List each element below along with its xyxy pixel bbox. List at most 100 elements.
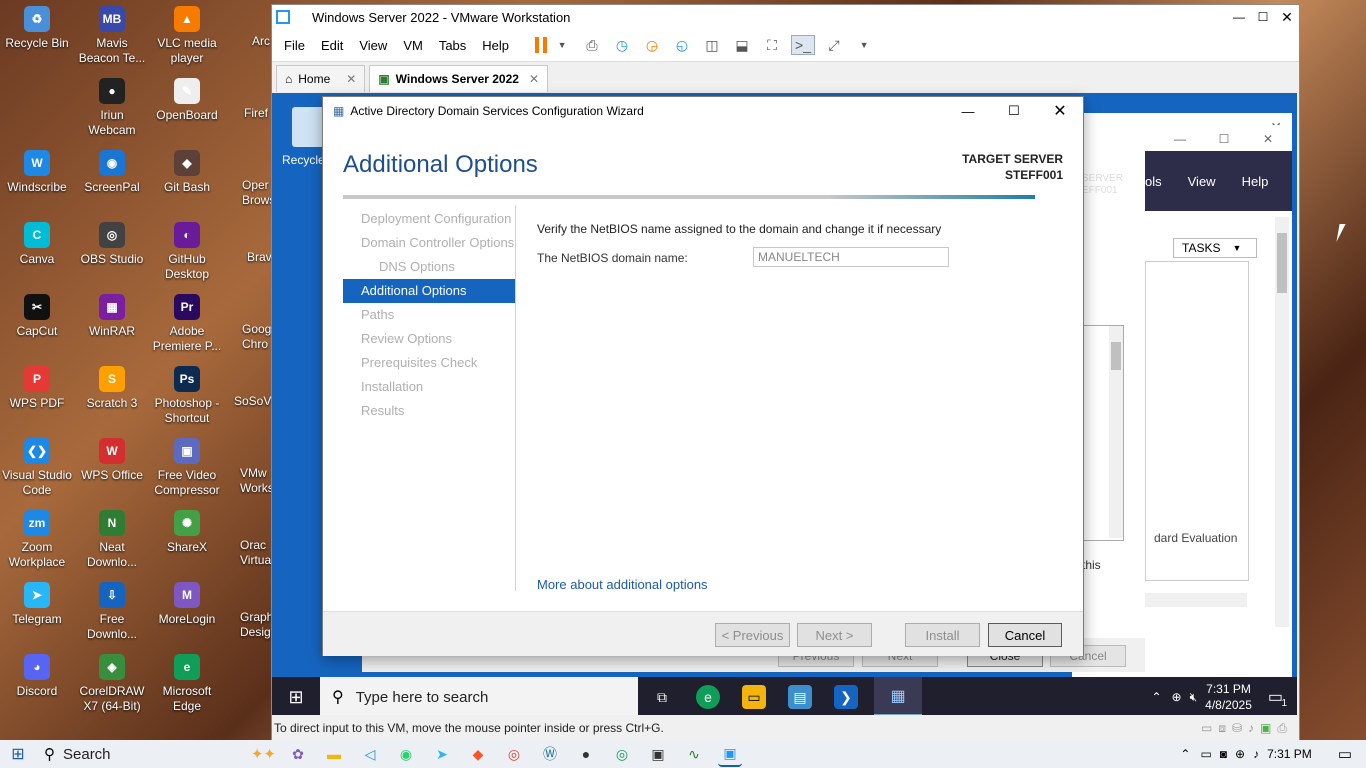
menu-help[interactable]: Help [1242, 174, 1269, 189]
brave-icon[interactable]: ◆ [466, 742, 490, 766]
close-button[interactable]: ✕ [1275, 9, 1299, 26]
chrome-icon[interactable]: ◎ [502, 742, 526, 766]
desktop-icon[interactable]: P WPS PDF [1, 366, 73, 411]
webcam-icon[interactable]: ◙ [1220, 747, 1227, 761]
telegram-icon[interactable]: ➤ [430, 742, 454, 766]
close-icon[interactable]: ✕ [529, 72, 539, 86]
server-manager-icon[interactable]: ▤ [788, 685, 812, 709]
terminal-icon[interactable]: ▣ [646, 742, 670, 766]
windows-start-icon[interactable]: ⊞ [0, 744, 36, 764]
install-button[interactable]: Install [905, 623, 980, 647]
next-button[interactable]: Next > [797, 623, 872, 647]
library-icon[interactable]: ◫ [701, 36, 723, 54]
desktop-icon[interactable]: ✂ CapCut [1, 294, 73, 339]
nav-item[interactable]: Domain Controller Options [361, 235, 514, 250]
tab-home[interactable]: ⌂ Home ✕ [276, 65, 366, 92]
cancel-button[interactable]: Cancel [988, 623, 1062, 647]
desktop-icon[interactable]: ● Iriun Webcam [76, 78, 148, 138]
desktop-icon[interactable]: ▲ VLC media player [151, 6, 223, 66]
wizard-taskbar-icon[interactable]: ▦ [874, 677, 922, 715]
nav-item[interactable]: Review Options [361, 331, 452, 346]
console-view-icon[interactable]: >_ [791, 35, 816, 55]
desktop-icon[interactable]: ⇩ Free Downlo... [76, 582, 148, 642]
desktop-icon[interactable]: e Microsoft Edge [151, 654, 223, 714]
revert-snapshot-icon[interactable]: ◶ [641, 36, 663, 54]
desktop-icon[interactable]: W Windscribe [1, 150, 73, 195]
file-explorer-icon[interactable]: ▭ [742, 685, 766, 709]
desktop-icon[interactable]: ▣ Free Video Compressor [151, 438, 223, 498]
desktop-icon[interactable]: ♻ Recycle Bin [1, 6, 73, 51]
tab-windows-server[interactable]: ▣ Windows Server 2022 ✕ [369, 65, 549, 92]
desktop-icon[interactable]: ◕ Discord [1, 654, 73, 699]
desktop-icon[interactable]: ▦ WinRAR [76, 294, 148, 339]
nav-item[interactable]: Installation [361, 379, 423, 394]
desktop-icon[interactable]: ◆ Git Bash [151, 150, 223, 195]
menu-view[interactable]: View [1188, 174, 1216, 189]
file-explorer-icon[interactable]: ▬ [322, 742, 346, 766]
close-icon[interactable]: ✕ [346, 72, 356, 86]
nav-item[interactable]: Prerequisites Check [361, 355, 477, 370]
display-icon[interactable]: ▣ [1260, 721, 1271, 735]
volume-muted-icon[interactable]: 🔇︎ [1190, 690, 1198, 705]
menu-tools[interactable]: ols [1145, 174, 1162, 189]
edge-icon[interactable]: e [696, 685, 720, 709]
guest-clock[interactable]: 7:31 PM 4/8/2025 [1205, 681, 1252, 713]
previous-button[interactable]: < Previous [715, 623, 790, 647]
windows-start-icon[interactable]: ⊞ [272, 687, 320, 708]
wordpress-icon[interactable]: Ⓦ [538, 742, 562, 766]
thumbnail-icon[interactable]: ⬓ [731, 36, 753, 54]
obs-icon[interactable]: ● [574, 742, 598, 766]
h-scrollbar[interactable] [1145, 593, 1247, 607]
snapshot-manager-icon[interactable]: ◵ [671, 36, 693, 54]
minimize-button[interactable]: — [945, 104, 991, 119]
desktop-icon[interactable]: zm Zoom Workplace [1, 510, 73, 570]
powershell-icon[interactable]: ❯ [834, 685, 858, 709]
hard-disk-icon[interactable]: ▭ [1201, 721, 1212, 735]
battery-icon[interactable]: ▭ [1200, 747, 1211, 761]
nav-item[interactable]: Deployment Configuration [361, 211, 511, 226]
tasks-dropdown[interactable]: TASKS ▼ [1173, 238, 1257, 258]
menu-help[interactable]: Help [474, 38, 517, 53]
desktop-icon[interactable]: ◉ ScreenPal [76, 150, 148, 195]
minimize-button[interactable]: — [1158, 132, 1202, 146]
desktop-icon[interactable]: ❮❯ Visual Studio Code [1, 438, 73, 498]
sound-icon[interactable]: ♪ [1248, 721, 1254, 735]
whatsapp-icon[interactable]: ◉ [394, 742, 418, 766]
menu-view[interactable]: View [351, 38, 395, 53]
desktop-icon[interactable]: Pr Adobe Premiere P... [151, 294, 223, 354]
netbios-name-field[interactable] [753, 247, 949, 267]
printer-icon[interactable]: ⎙ [1277, 721, 1287, 736]
scrollbar[interactable] [1275, 217, 1289, 627]
usb-icon[interactable]: ⛁ [1232, 721, 1242, 735]
maximize-button[interactable]: ☐ [1251, 10, 1275, 24]
network-icon[interactable]: ⧈ [1218, 721, 1226, 736]
vscode-icon[interactable]: ◁ [358, 742, 382, 766]
desktop-icon[interactable]: M MoreLogin [151, 582, 223, 627]
menu-tabs[interactable]: Tabs [431, 38, 474, 53]
close-button[interactable]: ✕ [1037, 101, 1083, 121]
guest-search-box[interactable]: ⚲ Type here to search [320, 677, 638, 715]
desktop-icon[interactable]: ◈ CorelDRAW X7 (64-Bit) [76, 654, 148, 714]
desktop-icon[interactable]: ✎ OpenBoard [151, 78, 223, 123]
minimize-button[interactable]: — [1227, 10, 1251, 24]
desktop-icon[interactable]: C Canva [1, 222, 73, 267]
desktop-icon[interactable]: MB Mavis Beacon Te... [76, 6, 148, 66]
desktop-icon[interactable]: Ps Photoshop - Shortcut [151, 366, 223, 426]
close-button[interactable]: ✕ [1246, 132, 1290, 146]
globe-icon[interactable]: ⊕ [1235, 747, 1245, 761]
snapshot-icon[interactable]: ◷ [611, 36, 633, 54]
menu-vm[interactable]: VM [395, 38, 431, 53]
desktop-icon[interactable]: ◐ GitHub Desktop [151, 222, 223, 282]
maximize-button[interactable]: ☐ [1202, 132, 1246, 146]
recycle-bin-icon[interactable] [292, 107, 324, 147]
chrome-profile-icon[interactable]: ◎ [610, 742, 634, 766]
chevron-down-icon[interactable]: ▼ [551, 36, 573, 54]
globe-icon[interactable]: ⊕ [1172, 690, 1182, 704]
desktop-icon[interactable]: ◎ OBS Studio [76, 222, 148, 267]
host-search-box[interactable]: ⚲ Search ✦✦ [36, 742, 276, 766]
nav-item[interactable]: Paths [361, 307, 394, 322]
desktop-icon[interactable]: W WPS Office [76, 438, 148, 483]
notification-icon[interactable]: ▭ [1338, 745, 1352, 763]
task-view-icon[interactable]: ⧉ [650, 685, 674, 709]
menu-file[interactable]: File [276, 38, 313, 53]
